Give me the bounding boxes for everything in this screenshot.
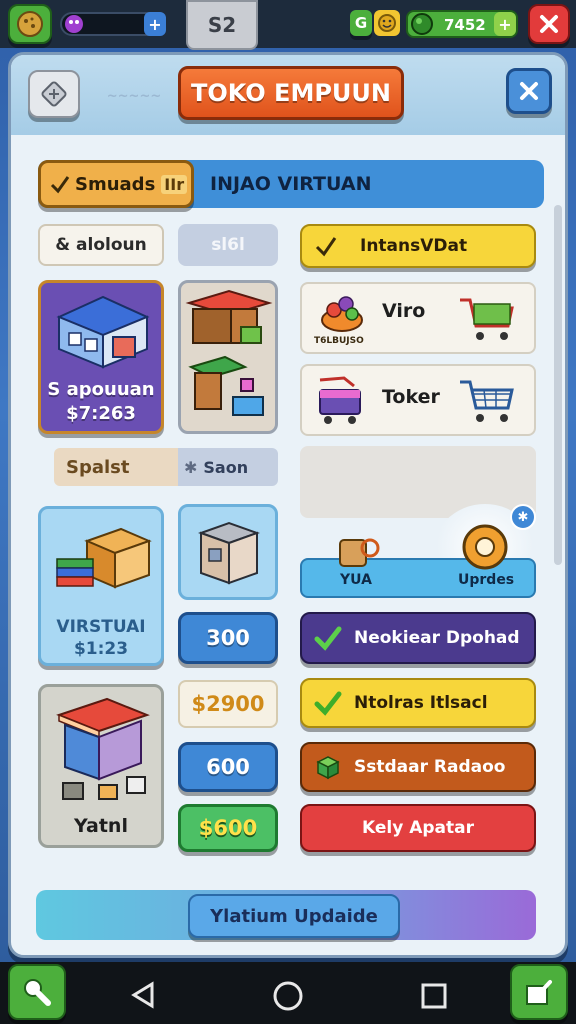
action-button-4[interactable]: Kely Apatar [300,804,536,852]
stall-card-label: Yatnl [74,815,128,837]
center-tab-label: S2 [207,13,237,37]
currency-badge-letter: G [354,14,368,32]
action-label: Neokiear Dpohad [354,628,520,648]
cookie-icon [17,11,43,37]
xp-bar: + [60,12,166,36]
price-button-2[interactable]: $2900 [178,680,278,728]
item-sublabel: T6LBUJSO [314,336,364,346]
home-nav-icon[interactable] [272,980,304,1012]
category-tab-label: Smuads [75,173,156,195]
cart-icon [460,380,514,422]
price-label: 300 [206,626,250,650]
back-nav-icon[interactable] [128,980,158,1010]
cart-basket-icon [319,376,361,424]
recents-nav-icon[interactable] [420,982,448,1010]
market-stall-icon [185,289,273,416]
action-button-2[interactable]: Ntolras Itlsacl [300,678,536,728]
section-value-bar: ✱ Saon [178,448,278,486]
price-button-4[interactable]: $600 [178,804,278,852]
price-label: $2900 [191,692,265,716]
virtual-card[interactable]: VIRSTUAI $1:23 [38,506,164,666]
cube-icon [316,756,340,780]
instant-deal-label: IntansVDat [360,236,468,256]
cart-icon [460,298,514,340]
upgrade-badge[interactable]: ✱ [510,504,536,530]
building-icon [198,521,260,585]
gem-counter: 7452 + [406,10,518,38]
check-icon [314,626,342,651]
filter-chip-label: & aloloun [55,235,147,255]
gem-count: 7452 [444,16,486,34]
price-button-1[interactable]: 300 [178,612,278,664]
item-name: Viro [382,300,426,322]
star-icon: ✱ [517,509,529,525]
action-button-3[interactable]: Sstdaar Radaoo [300,742,536,792]
filter-chip[interactable]: & aloloun [38,224,164,266]
category-tab-tag: IIr [161,174,188,194]
barrel-icon [339,538,380,567]
center-tab[interactable]: S2 [186,0,258,50]
filter-value-label: sl6l [211,235,245,255]
item-row-viro[interactable]: T6LBUJSO Viro [300,282,536,354]
check-icon [314,691,342,716]
stall-card[interactable]: Yatnl [38,684,164,848]
category-tab-squads[interactable]: Smuads IIr [38,160,194,208]
close-icon [520,82,538,100]
container-tile[interactable] [178,504,278,600]
item-name: Toker [382,386,440,408]
check-icon [315,237,337,257]
shop-card[interactable]: S apouuan $7:263 [38,280,164,434]
banner-title: INJAO VIRTUAN [210,173,372,195]
monster-icon [65,15,83,33]
page-title-plate: TOKO EMPUUN [178,66,404,120]
shop-card-price: $7:263 [66,403,136,424]
gem-icon [411,13,433,35]
section-value: Saon [203,457,249,477]
scrollbar-track[interactable] [554,205,562,565]
store-building-icon [56,295,150,369]
check-icon [50,176,70,194]
close-icon [540,15,558,33]
market-stall-tile[interactable] [178,280,278,434]
wrench-icon [24,979,51,1006]
action-button-1[interactable]: Neokiear Dpohad [300,612,536,664]
xp-add-button[interactable]: + [144,12,166,36]
price-button-3[interactable]: 600 [178,742,278,792]
action-label: Kely Apatar [361,818,474,838]
shop-card-name: S apouuan [47,379,155,400]
fruit-basket-icon [321,296,363,332]
page-title: TOKO EMPUUN [191,79,391,107]
section-label: Spalst [66,456,130,478]
crate-stack-icon [56,527,152,589]
shop-stall-icon [56,697,150,800]
section-label-bar: Spalst [54,448,178,486]
tag-icon [41,81,67,107]
price-label: $600 [198,816,258,840]
edit-icon [526,980,552,1005]
action-label: Sstdaar Radaoo [354,757,506,777]
currency-badge[interactable]: G [350,10,372,36]
virtual-card-price: $1:23 [73,639,129,659]
profile-button[interactable] [8,4,52,44]
close-app-button[interactable] [528,4,570,44]
right-nav-button[interactable] [510,964,568,1020]
item-row-toker[interactable]: Toker [300,364,536,436]
action-label: Ntolras Itlsacl [354,693,488,713]
upgrade-left-label: YUA [340,572,372,588]
price-label: 600 [206,755,250,779]
filter-value-chip[interactable]: sl6l [178,224,278,266]
virtual-card-name: VIRSTUAI [56,617,146,637]
update-button-label: Ylatium Updaide [210,905,378,927]
header-deco: ~~~~~ [106,88,162,104]
settings-star-icon: ✱ [184,457,198,477]
upgrade-right-label: Uprdes [458,572,515,588]
tape-roll-icon [462,524,508,570]
smiley-coin-icon [374,10,400,36]
menu-button[interactable] [28,70,80,118]
update-button[interactable]: Ylatium Updaide [188,894,400,938]
gem-add-button[interactable]: + [494,12,516,36]
left-nav-button[interactable] [8,964,66,1020]
instant-deal-button[interactable]: IntansVDat [300,224,536,268]
close-panel-button[interactable] [506,68,552,114]
